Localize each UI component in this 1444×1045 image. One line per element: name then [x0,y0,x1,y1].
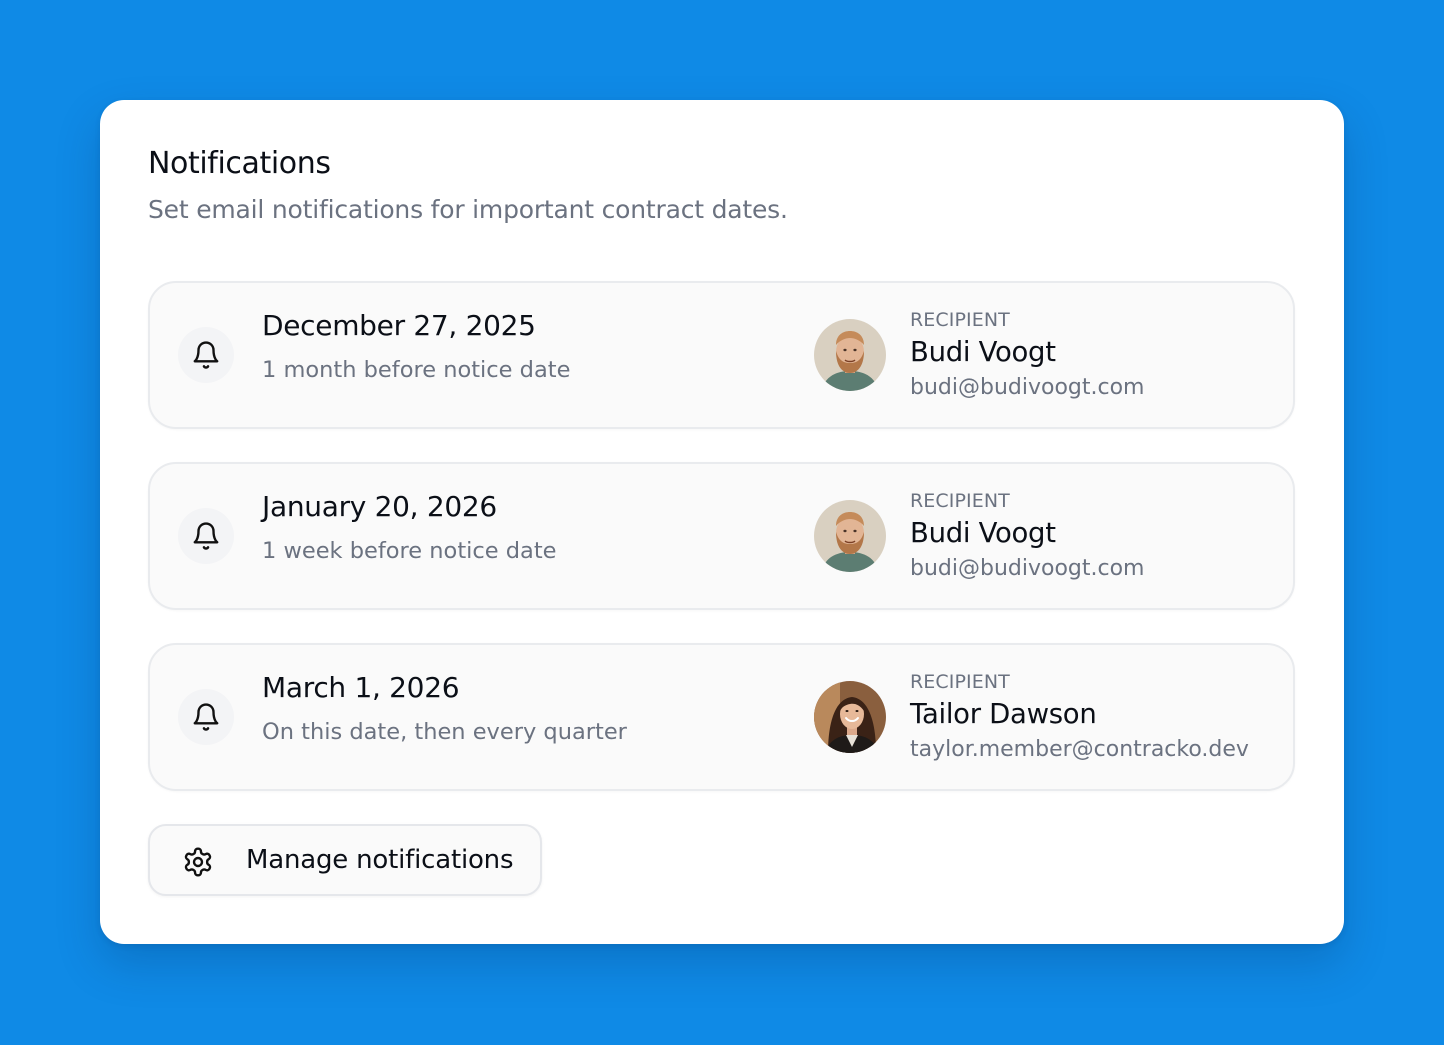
notification-date: December 27, 2025 [262,309,536,342]
recipient-email: budi@budivoogt.com [910,375,1145,400]
notification-item[interactable]: January 20, 2026 1 week before notice da… [148,462,1295,610]
recipient-email: budi@budivoogt.com [910,556,1145,581]
recipient-name: Budi Voogt [910,517,1056,549]
recipient-label: RECIPIENT [910,490,1010,512]
avatar [814,500,886,572]
bell-icon [178,508,234,564]
notification-rule: 1 week before notice date [262,538,557,564]
recipient-name: Budi Voogt [910,336,1056,368]
notification-item[interactable]: March 1, 2026 On this date, then every q… [148,643,1295,791]
notification-rule: On this date, then every quarter [262,719,627,745]
notification-rule: 1 month before notice date [262,357,571,383]
notification-date: March 1, 2026 [262,671,460,704]
bell-icon [178,327,234,383]
page-title: Notifications [148,146,331,181]
avatar [814,319,886,391]
notification-date: January 20, 2026 [262,490,497,523]
manage-notifications-button[interactable]: Manage notifications [148,824,542,896]
notification-item[interactable]: December 27, 2025 1 month before notice … [148,281,1295,429]
page-subtitle: Set email notifications for important co… [148,195,788,224]
manage-notifications-label: Manage notifications [246,845,514,875]
bell-icon [178,689,234,745]
notifications-card: Notifications Set email notifications fo… [100,100,1344,944]
avatar [814,681,886,753]
recipient-label: RECIPIENT [910,309,1010,331]
recipient-email: taylor.member@contracko.dev [910,737,1249,762]
recipient-label: RECIPIENT [910,671,1010,693]
recipient-name: Tailor Dawson [910,698,1097,730]
gear-icon [184,847,212,877]
notification-list: December 27, 2025 1 month before notice … [148,281,1295,824]
